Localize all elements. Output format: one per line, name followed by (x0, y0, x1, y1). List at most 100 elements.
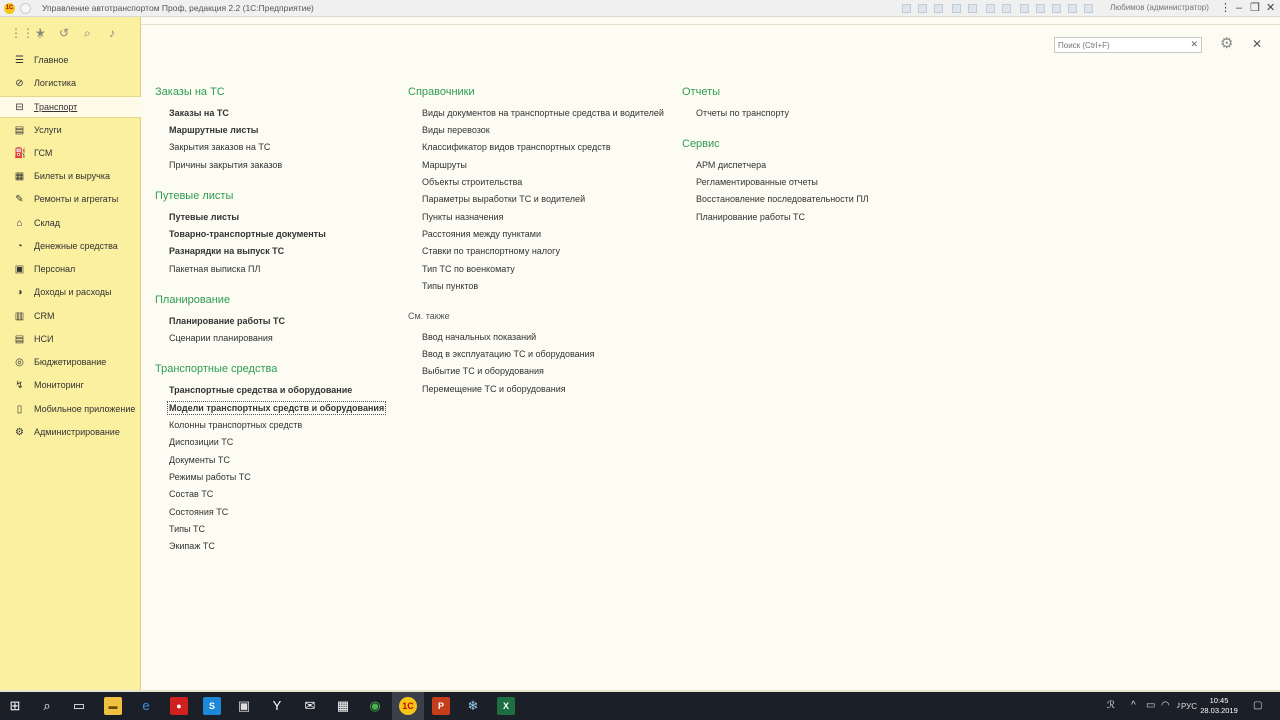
sidebar-item[interactable]: ▦ Билеты и выручка (0, 166, 141, 188)
toolbar-icon[interactable] (968, 4, 977, 13)
sidebar-item[interactable]: ⊟ Транспорт (0, 96, 141, 118)
chrome-browser-icon[interactable]: ◉ (366, 697, 384, 715)
link-consignment-docs[interactable]: Товарно-транспортные документы (169, 229, 326, 239)
link-disposal[interactable]: Выбытие ТС и оборудования (422, 366, 544, 376)
link-vehicle-modes[interactable]: Режимы работы ТС (169, 472, 251, 482)
sidebar-item[interactable]: ◎ Бюджетирование (0, 352, 141, 374)
link-catalog-routes[interactable]: Маршруты (422, 160, 467, 170)
toolbar-icon[interactable] (1036, 4, 1045, 13)
toolbar-icon[interactable] (1052, 4, 1061, 13)
link-dispatch-orders[interactable]: Разнарядки на выпуск ТС (169, 246, 284, 256)
link-commissioning[interactable]: Ввод в эксплуатацию ТС и оборудования (422, 349, 595, 359)
link-catalog-military-type[interactable]: Тип ТС по военкомату (422, 264, 515, 274)
notification-center-icon[interactable]: ▢ (1253, 700, 1262, 712)
network-icon[interactable]: ◠ (1161, 700, 1170, 712)
notifications-bell-icon[interactable]: ♪ (109, 26, 115, 40)
sidebar-item[interactable]: ⊘ Логистика (0, 73, 141, 95)
edge-browser-icon[interactable]: e (137, 697, 155, 715)
window-menu-icon[interactable]: ⋮ (1220, 1, 1231, 15)
current-user[interactable]: Любимов (администратор) (1110, 3, 1209, 12)
settings-gear-icon[interactable]: ⚙ (1220, 35, 1233, 52)
link-vehicle-types[interactable]: Типы ТС (169, 524, 205, 534)
link-vehicle-documents[interactable]: Документы ТС (169, 455, 230, 465)
close-section-icon[interactable]: ✕ (1252, 37, 1262, 51)
mail-icon[interactable]: ✉ (301, 697, 319, 715)
favorites-star-icon[interactable]: ★ (35, 26, 46, 40)
link-catalog-doc-types[interactable]: Виды документов на транспортные средства… (422, 108, 664, 118)
link-service-vehicle-planning[interactable]: Планирование работы ТС (696, 212, 805, 222)
toolbar-icon[interactable] (1068, 4, 1077, 13)
link-catalog-point-types[interactable]: Типы пунктов (422, 281, 478, 291)
store-bag-icon[interactable]: ▣ (235, 697, 253, 715)
link-planning-scenarios[interactable]: Сценарии планирования (169, 333, 273, 343)
link-vehicle-planning[interactable]: Планирование работы ТС (169, 316, 285, 326)
link-vehicle-columns[interactable]: Колонны транспортных средств (169, 420, 302, 430)
toolbar-icon[interactable] (934, 4, 943, 13)
link-waybills[interactable]: Путевые листы (169, 212, 239, 222)
toolbar-icon[interactable] (1002, 4, 1011, 13)
toolbar-icon[interactable] (986, 4, 995, 13)
system-clock[interactable]: 10:45 28.03.2019 (1198, 696, 1240, 716)
sidebar-item[interactable]: ▯ Мобильное приложение (0, 399, 141, 421)
link-catalog-destinations[interactable]: Пункты назначения (422, 212, 503, 222)
link-catalog-construction-objects[interactable]: Объекты строительства (422, 177, 522, 187)
circle-button-icon[interactable] (20, 3, 31, 14)
1c-enterprise-icon[interactable]: 1С (399, 697, 417, 715)
link-initial-readings[interactable]: Ввод начальных показаний (422, 332, 536, 342)
link-vehicle-composition[interactable]: Состав ТС (169, 489, 213, 499)
link-batch-waybills[interactable]: Пакетная выписка ПЛ (169, 264, 260, 274)
sidebar-item[interactable]: ▣ Персонал (0, 259, 141, 281)
link-restore-waybill-sequence[interactable]: Восстановление последовательности ПЛ (696, 194, 869, 204)
link-orders[interactable]: Заказы на ТС (169, 108, 229, 118)
history-icon[interactable]: ↺ (59, 26, 69, 40)
excel-icon[interactable]: X (497, 697, 515, 715)
close-window-icon[interactable]: ✕ (1266, 1, 1275, 15)
sidebar-item[interactable]: ⚙ Администрирование (0, 422, 141, 444)
file-explorer-icon[interactable]: ▬ (104, 697, 122, 715)
link-closing-reasons[interactable]: Причины закрытия заказов (169, 160, 282, 170)
sidebar-item[interactable]: ⛽ ГСМ (0, 143, 141, 165)
search-input[interactable] (1055, 38, 1187, 52)
task-view-icon[interactable]: ▭ (70, 697, 88, 715)
sidebar-item[interactable]: ▤ НСИ (0, 329, 141, 351)
toolbar-icon[interactable] (918, 4, 927, 13)
minimize-icon[interactable]: – (1236, 1, 1242, 15)
powerpoint-icon[interactable]: P (432, 697, 450, 715)
link-transport-reports[interactable]: Отчеты по транспорту (696, 108, 789, 118)
link-vehicle-states[interactable]: Состояния ТС (169, 507, 228, 517)
link-catalog-distances[interactable]: Расстояния между пунктами (422, 229, 541, 239)
link-catalog-output-params[interactable]: Параметры выработки ТС и водителей (422, 194, 585, 204)
toolbar-icon[interactable] (952, 4, 961, 13)
link-vehicle-models[interactable]: Модели транспортных средств и оборудован… (166, 401, 387, 415)
tray-chevron-icon[interactable]: ^ (1131, 700, 1136, 712)
link-vehicles-equipment[interactable]: Транспортные средства и оборудование (169, 385, 352, 395)
toolbar-icon[interactable] (1084, 4, 1093, 13)
clear-search-icon[interactable]: ✕ (1190, 39, 1198, 50)
link-catalog-tax-rates[interactable]: Ставки по транспортному налогу (422, 246, 560, 256)
sidebar-item[interactable]: ◔ Денежные средства (0, 236, 141, 258)
toolbar-icon[interactable] (902, 4, 911, 13)
people-icon[interactable]: ℛ (1107, 700, 1115, 712)
sidebar-item[interactable]: ✎ Ремонты и агрегаты (0, 189, 141, 211)
sidebar-item[interactable]: ◑ Доходы и расходы (0, 282, 141, 304)
link-route-sheets[interactable]: Маршрутные листы (169, 125, 259, 135)
media-app-icon[interactable]: ● (170, 697, 188, 715)
link-order-closings[interactable]: Закрытия заказов на ТС (169, 142, 270, 152)
windows-start-icon[interactable]: ⊞ (6, 697, 24, 715)
snowflake-app-icon[interactable]: ❄ (464, 697, 482, 715)
yandex-browser-icon[interactable]: Y (268, 697, 286, 715)
battery-icon[interactable]: ▭ (1146, 700, 1155, 712)
link-vehicle-dispositions[interactable]: Диспозиции ТС (169, 437, 233, 447)
search-box[interactable]: ✕ (1054, 37, 1202, 53)
input-language[interactable]: РУС (1181, 701, 1197, 713)
link-vehicle-crew[interactable]: Экипаж ТС (169, 541, 215, 551)
search-icon[interactable]: ⌕ (38, 697, 56, 715)
link-regulated-reports[interactable]: Регламентированные отчеты (696, 177, 818, 187)
sidebar-item[interactable]: ▥ CRM (0, 306, 141, 328)
sidebar-item[interactable]: ☰ Главное (0, 50, 141, 72)
toolbar-icon[interactable] (1020, 4, 1029, 13)
link-catalog-transport-kinds[interactable]: Виды перевозок (422, 125, 490, 135)
calculator-icon[interactable]: ▦ (334, 697, 352, 715)
search-icon[interactable]: ⌕ (84, 26, 91, 40)
sidebar-item[interactable]: ↯ Мониторинг (0, 375, 141, 397)
